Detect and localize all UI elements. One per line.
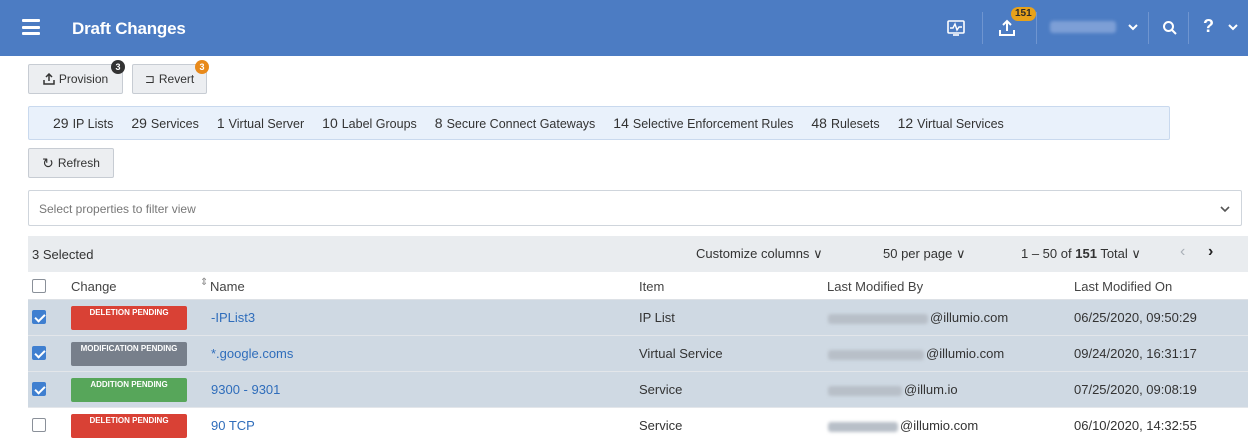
revert-label: Revert [158, 72, 195, 86]
row-item: IP List [639, 310, 675, 325]
row-modified-on: 06/25/2020, 09:50:29 [1074, 310, 1197, 325]
provision-label: Provision [58, 72, 109, 86]
column-change[interactable]: Change [71, 279, 117, 294]
row-modified-on: 06/10/2020, 14:32:55 [1074, 418, 1197, 433]
chevron-down-icon[interactable] [1126, 20, 1140, 34]
row-checkbox[interactable] [32, 418, 46, 432]
revert-icon: ⊐ [144, 72, 155, 86]
filter-input[interactable]: Select properties to filter view [28, 190, 1242, 226]
row-modified-on: 07/25/2020, 09:08:19 [1074, 382, 1197, 397]
table-toolbar: 3 Selected Customize columns ∨ 50 per pa… [28, 236, 1248, 272]
menu-icon[interactable] [22, 19, 40, 35]
chevron-down-icon[interactable] [1226, 20, 1240, 34]
row-checkbox[interactable] [32, 382, 46, 396]
column-item[interactable]: Item [639, 279, 664, 294]
chevron-down-icon: ∨ [813, 246, 823, 261]
column-name[interactable]: Name [210, 279, 245, 294]
previous-page-icon[interactable]: ‹ [1180, 243, 1185, 261]
row-modified-on: 09/24/2020, 16:31:17 [1074, 346, 1197, 361]
page-title: Draft Changes [72, 19, 186, 38]
status-badge: MODIFICATION PENDING [71, 342, 187, 366]
row-checkbox[interactable] [32, 346, 46, 360]
change-counts-bar: 29 IP Lists 29 Services 1 Virtual Server 10… [28, 106, 1170, 140]
row-checkbox[interactable] [32, 310, 46, 324]
chevron-down-icon[interactable] [1219, 203, 1231, 215]
row-name-link[interactable]: 9300 - 9301 [211, 382, 280, 397]
table-header: Change ⇕ Name Item Last Modified By Last… [28, 272, 1248, 300]
divider [982, 12, 983, 44]
status-badge: DELETION PENDING [71, 414, 187, 438]
provision-count-badge: 3 [111, 60, 125, 74]
divider [1036, 12, 1037, 44]
count-selective-enforcement-rules[interactable]: 14 Selective Enforcement Rules [613, 115, 793, 131]
row-item: Service [639, 418, 683, 433]
divider [1148, 12, 1149, 44]
pagination-range[interactable]: 1 – 50 of 151 Total ∨ [1021, 246, 1141, 262]
refresh-icon: ↻ [42, 154, 54, 171]
count-secure-connect-gateways[interactable]: 8 Secure Connect Gateways [435, 115, 596, 131]
monitor-icon[interactable] [946, 18, 966, 38]
column-last-modified-on[interactable]: Last Modified On [1074, 279, 1172, 294]
provision-button[interactable]: Provision [28, 64, 123, 94]
top-bar: Draft Changes 151 ? [0, 0, 1248, 56]
row-modified-by: @illum.io [828, 382, 958, 397]
select-all-checkbox[interactable] [32, 279, 46, 293]
sort-icon[interactable]: ⇕ [200, 277, 208, 288]
pending-count-badge: 151 [1011, 7, 1036, 21]
count-ip-lists[interactable]: 29 IP Lists [53, 115, 113, 131]
table-row[interactable]: MODIFICATION PENDING *.google.coms Virtu… [28, 336, 1248, 372]
upload-icon[interactable] [997, 18, 1017, 38]
selected-count: 3 Selected [32, 247, 94, 262]
table-row[interactable]: DELETION PENDING -IPList3 IP List @illum… [28, 300, 1248, 336]
row-modified-by: @illumio.com [828, 418, 978, 433]
count-virtual-services[interactable]: 12 Virtual Services [898, 115, 1004, 131]
row-name-link[interactable]: *.google.coms [211, 346, 293, 361]
count-rulesets[interactable]: 48 Rulesets [811, 115, 879, 131]
table-row[interactable]: DELETION PENDING 90 TCP Service @illumio… [28, 408, 1248, 442]
row-item: Service [639, 382, 683, 397]
revert-count-badge: 3 [195, 60, 209, 74]
per-page-dropdown[interactable]: 50 per page ∨ [883, 246, 966, 262]
row-name-link[interactable]: -IPList3 [211, 310, 255, 325]
refresh-button[interactable]: ↻ Refresh [28, 148, 114, 178]
table-row[interactable]: ADDITION PENDING 9300 - 9301 Service @il… [28, 372, 1248, 408]
column-last-modified-by[interactable]: Last Modified By [827, 279, 923, 294]
search-icon[interactable] [1160, 18, 1180, 38]
upload-icon [43, 73, 55, 85]
refresh-label: Refresh [57, 156, 100, 170]
chevron-down-icon: ∨ [956, 246, 966, 261]
customize-columns-dropdown[interactable]: Customize columns ∨ [696, 246, 823, 262]
status-badge: ADDITION PENDING [71, 378, 187, 402]
status-badge: DELETION PENDING [71, 306, 187, 330]
filter-placeholder: Select properties to filter view [39, 202, 196, 216]
row-item: Virtual Service [639, 346, 723, 361]
user-name[interactable] [1050, 21, 1116, 33]
count-services[interactable]: 29 Services [131, 115, 199, 131]
next-page-icon[interactable]: › [1208, 243, 1213, 261]
row-modified-by: @illumio.com [828, 310, 1008, 325]
divider [1188, 12, 1189, 44]
count-virtual-server[interactable]: 1 Virtual Server [217, 115, 304, 131]
chevron-down-icon: ∨ [1131, 246, 1141, 261]
count-label-groups[interactable]: 10 Label Groups [322, 115, 417, 131]
row-modified-by: @illumio.com [828, 346, 1004, 361]
help-icon[interactable]: ? [1203, 16, 1214, 37]
row-name-link[interactable]: 90 TCP [211, 418, 255, 433]
